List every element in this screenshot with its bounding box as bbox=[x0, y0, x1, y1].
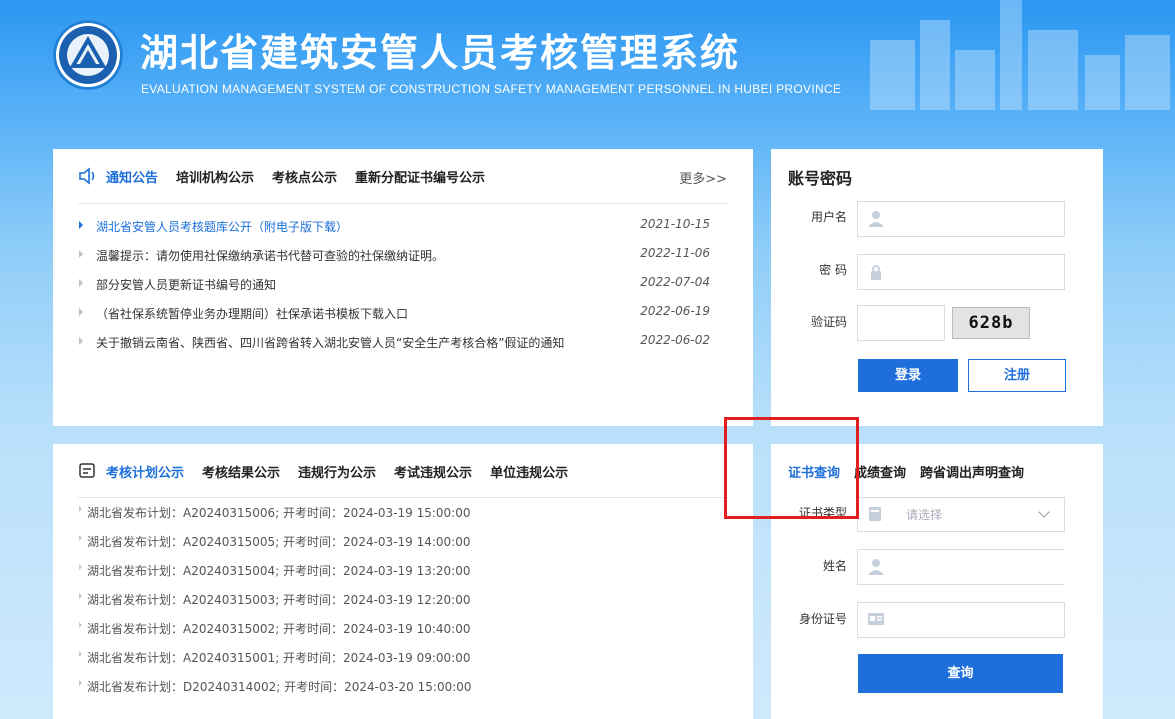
document-icon bbox=[79, 463, 95, 478]
login-panel: 账号密码 用户名 密 码 验证码 628b 登录 注册 bbox=[771, 149, 1103, 426]
captcha-label: 验证码 bbox=[810, 315, 847, 329]
notice-title[interactable]: 湖北省安管人员考核题库公开（附电子版下载） bbox=[96, 218, 348, 235]
bullet-arrow-icon bbox=[79, 250, 83, 258]
bullet-arrow-icon bbox=[79, 593, 82, 599]
register-button[interactable]: 注册 bbox=[968, 359, 1066, 392]
captcha-input[interactable] bbox=[857, 305, 945, 341]
notice-title[interactable]: 关于撤销云南省、陕西省、四川省跨省转入湖北安管人员“安全生产考核合格”假证的通知 bbox=[96, 334, 564, 351]
plan-text[interactable]: 湖北省发布计划：A20240315001; 开考时间：2024-03-19 09… bbox=[87, 649, 471, 666]
page-header: 湖北省建筑安管人员考核管理系统 EVALUATION MANAGEMENT SY… bbox=[0, 0, 1175, 140]
login-button[interactable]: 登录 bbox=[858, 359, 958, 392]
notice-date: 2022-07-04 bbox=[640, 275, 710, 289]
exam-plan-panel: 考核计划公示 考核结果公示 违规行为公示 考试违规公示 单位违规公示 湖北省发布… bbox=[53, 444, 753, 719]
name-field[interactable] bbox=[857, 549, 1064, 585]
plan-text[interactable]: 湖北省发布计划：D20240314002; 开考时间：2024-03-20 15… bbox=[87, 678, 472, 695]
name-label: 姓名 bbox=[822, 559, 847, 573]
tab-exam-plan[interactable]: 考核计划公示 bbox=[106, 462, 184, 481]
notice-title[interactable]: 温馨提示：请勿使用社保缴纳承诺书代替可查验的社保缴纳证明。 bbox=[96, 247, 444, 264]
bullet-arrow-icon bbox=[79, 279, 83, 287]
captcha-image[interactable]: 628b bbox=[952, 307, 1030, 339]
divider bbox=[78, 497, 728, 498]
bullet-arrow-icon bbox=[79, 680, 82, 686]
city-skyline-decoration bbox=[870, 0, 1170, 110]
user-icon bbox=[868, 559, 884, 575]
bullet-arrow-icon bbox=[79, 337, 83, 345]
id-number-field[interactable] bbox=[857, 602, 1065, 638]
user-icon bbox=[868, 211, 884, 227]
lock-icon bbox=[871, 265, 881, 280]
notice-date: 2022-11-06 bbox=[640, 246, 710, 260]
tab-training-institutions[interactable]: 培训机构公示 bbox=[176, 167, 254, 186]
username-label: 用户名 bbox=[810, 210, 847, 224]
bullet-arrow-icon bbox=[79, 651, 82, 657]
plan-text[interactable]: 湖北省发布计划：A20240315003; 开考时间：2024-03-19 12… bbox=[87, 591, 471, 608]
notice-title[interactable]: 部分安管人员更新证书编号的通知 bbox=[96, 276, 276, 293]
query-button[interactable]: 查询 bbox=[858, 654, 1063, 693]
divider bbox=[78, 203, 728, 204]
highlight-box bbox=[724, 417, 859, 519]
tab-exam-violations[interactable]: 考试违规公示 bbox=[394, 462, 472, 481]
id-number-label: 身份证号 bbox=[798, 612, 847, 626]
plan-text[interactable]: 湖北省发布计划：A20240315006; 开考时间：2024-03-19 15… bbox=[87, 504, 471, 521]
notice-title[interactable]: （省社保系统暂停业务办理期间）社保承诺书模板下载入口 bbox=[96, 305, 408, 322]
notice-tabs: 通知公告 培训机构公示 考核点公示 重新分配证书编号公示 bbox=[78, 165, 503, 187]
more-link[interactable]: 更多>> bbox=[679, 168, 727, 187]
tab-notice[interactable]: 通知公告 bbox=[106, 167, 158, 186]
bullet-arrow-icon bbox=[79, 622, 82, 628]
tab-violations[interactable]: 违规行为公示 bbox=[298, 462, 376, 481]
chevron-down-icon bbox=[1038, 506, 1050, 518]
list-item[interactable]: 温馨提示：请勿使用社保缴纳承诺书代替可查验的社保缴纳证明。 2022-11-06 bbox=[78, 243, 728, 272]
list-item[interactable]: 湖北省安管人员考核题库公开（附电子版下载） 2021-10-15 bbox=[78, 214, 728, 243]
speaker-icon bbox=[79, 167, 95, 185]
plan-tabs: 考核计划公示 考核结果公示 违规行为公示 考试违规公示 单位违规公示 bbox=[78, 460, 586, 482]
bullet-arrow-icon bbox=[79, 221, 83, 229]
id-card-icon bbox=[868, 613, 884, 625]
tab-unit-violations[interactable]: 单位违规公示 bbox=[490, 462, 568, 481]
username-field[interactable] bbox=[857, 201, 1065, 237]
tab-transfer-statement-query[interactable]: 跨省调出声明查询 bbox=[920, 462, 1024, 481]
password-field[interactable] bbox=[857, 254, 1065, 290]
tab-exam-sites[interactable]: 考核点公示 bbox=[272, 167, 337, 186]
notice-date: 2022-06-19 bbox=[640, 304, 710, 318]
notice-list: 湖北省安管人员考核题库公开（附电子版下载） 2021-10-15 温馨提示：请勿… bbox=[78, 214, 728, 359]
plan-text[interactable]: 湖北省发布计划：A20240315005; 开考时间：2024-03-19 14… bbox=[87, 533, 471, 550]
system-title: 湖北省建筑安管人员考核管理系统 bbox=[140, 31, 741, 75]
bullet-arrow-icon bbox=[79, 506, 82, 512]
tab-reassigned-cert-numbers[interactable]: 重新分配证书编号公示 bbox=[355, 167, 485, 186]
tab-exam-results[interactable]: 考核结果公示 bbox=[202, 462, 280, 481]
login-title: 账号密码 bbox=[788, 169, 853, 188]
bullet-arrow-icon bbox=[79, 564, 82, 570]
certificate-icon bbox=[869, 507, 881, 521]
notice-date: 2022-06-02 bbox=[640, 333, 710, 347]
notice-date: 2021-10-15 bbox=[640, 217, 710, 231]
password-label: 密 码 bbox=[819, 263, 847, 277]
list-item[interactable]: （省社保系统暂停业务办理期间）社保承诺书模板下载入口 2022-06-19 bbox=[78, 301, 728, 330]
site-logo bbox=[53, 20, 123, 90]
system-subtitle: EVALUATION MANAGEMENT SYSTEM OF CONSTRUC… bbox=[141, 82, 842, 96]
bullet-arrow-icon bbox=[79, 535, 82, 541]
bullet-arrow-icon bbox=[79, 308, 83, 316]
cert-type-select[interactable]: 请选择 bbox=[857, 497, 1065, 532]
notice-panel: 通知公告 培训机构公示 考核点公示 重新分配证书编号公示 更多>> 湖北省安管人… bbox=[53, 149, 753, 426]
list-item[interactable]: 关于撤销云南省、陕西省、四川省跨省转入湖北安管人员“安全生产考核合格”假证的通知… bbox=[78, 330, 728, 359]
plan-text[interactable]: 湖北省发布计划：A20240315002; 开考时间：2024-03-19 10… bbox=[87, 620, 471, 637]
tab-score-query[interactable]: 成绩查询 bbox=[854, 462, 906, 481]
plan-text[interactable]: 湖北省发布计划：A20240315004; 开考时间：2024-03-19 13… bbox=[87, 562, 471, 579]
cert-type-placeholder: 请选择 bbox=[906, 508, 943, 522]
list-item[interactable]: 部分安管人员更新证书编号的通知 2022-07-04 bbox=[78, 272, 728, 301]
